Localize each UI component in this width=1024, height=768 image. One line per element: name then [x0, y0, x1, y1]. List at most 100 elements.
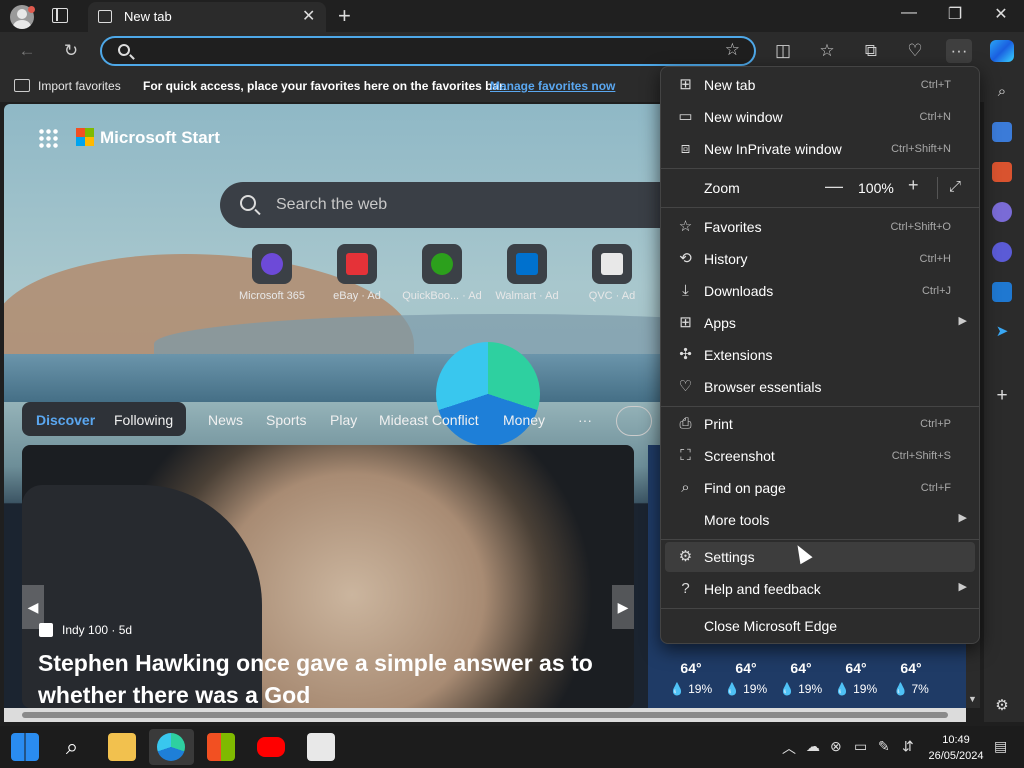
menu-label: Find on page — [704, 480, 786, 496]
menu-extensions[interactable]: ✣ Extensions — [665, 340, 975, 370]
menu-browser-essentials[interactable]: ♡ Browser essentials — [665, 372, 975, 402]
menu-history[interactable]: ⟲ History Ctrl+H — [665, 244, 975, 274]
carousel-next-icon[interactable]: ▶ — [612, 585, 634, 629]
menu-favorites[interactable]: ☆ Favorites Ctrl+Shift+O — [665, 212, 975, 242]
quick-link-qvc[interactable]: QVC · Ad — [572, 244, 652, 302]
horizontal-scroll-thumb[interactable] — [22, 712, 948, 718]
menu-new-tab[interactable]: ⊞ New tab Ctrl+T — [665, 70, 975, 100]
hero-article-card[interactable]: ◀ ▶ Indy 100 · 5d Stephen Hawking once g… — [22, 445, 634, 708]
zoom-out-icon[interactable]: — — [825, 176, 843, 197]
microsoft-store-icon[interactable] — [207, 733, 235, 761]
scroll-down-icon[interactable]: ▼ — [968, 694, 977, 704]
new-tab-plus-icon[interactable]: + — [338, 3, 351, 29]
tab-actions-icon[interactable] — [52, 8, 68, 23]
more-tabs-icon[interactable]: ··· — [578, 412, 592, 428]
add-sidebar-app-icon[interactable]: + — [992, 386, 1012, 406]
close-window-icon[interactable]: ✕ — [978, 4, 1024, 24]
app-launcher-icon[interactable] — [38, 128, 58, 148]
quick-link-ebay[interactable]: eBay · Ad — [317, 244, 397, 302]
menu-close-microsoft-edge[interactable]: Close Microsoft Edge — [665, 611, 975, 641]
fullscreen-icon[interactable]: ⤢ — [949, 178, 961, 195]
address-input[interactable] — [142, 42, 702, 62]
refresh-icon[interactable]: ↻ — [58, 39, 84, 63]
notepad-icon[interactable] — [307, 733, 335, 761]
minimize-icon[interactable]: — — [886, 4, 932, 22]
walmart-spark-icon — [516, 253, 538, 275]
collections-icon[interactable]: ⧉ — [858, 39, 884, 63]
quick-link-microsoft-365[interactable]: Microsoft 365 — [232, 244, 312, 302]
horizontal-scrollbar[interactable] — [4, 708, 966, 722]
back-arrow-icon[interactable]: ← — [14, 39, 40, 63]
outlook-icon[interactable] — [992, 282, 1012, 302]
display-icon[interactable]: ▭ — [854, 738, 867, 755]
rain-value: 19% — [688, 682, 713, 696]
personalize-feed-button[interactable] — [616, 406, 652, 436]
menu-settings[interactable]: ⚙ Settings — [665, 542, 975, 572]
tab-money[interactable]: Money — [503, 412, 545, 428]
menu-downloads[interactable]: ⤓ Downloads Ctrl+J — [665, 276, 975, 306]
system-clock[interactable]: 10:49 26/05/2024 — [924, 732, 988, 764]
rain-chance: 💧 7% — [893, 682, 929, 696]
edge-sidebar: ⌕ ➤ + ⚙ — [984, 70, 1024, 722]
tab-discover[interactable]: Discover — [36, 412, 95, 428]
menu-find-on-page[interactable]: ⌕ Find on page Ctrl+F — [665, 473, 975, 503]
ebay-bag-icon — [346, 253, 368, 275]
address-bar[interactable]: ☆ — [100, 36, 756, 66]
menu-help-and-feedback[interactable]: ? Help and feedback ▶ — [665, 574, 975, 604]
notifications-icon[interactable]: ▤ — [994, 738, 1007, 755]
shopping-tag-icon[interactable] — [992, 122, 1012, 142]
games-icon[interactable] — [992, 202, 1012, 222]
sidebar-settings-icon[interactable]: ⚙ — [992, 696, 1012, 716]
sidebar-search-icon[interactable]: ⌕ — [992, 82, 1012, 102]
favorites-icon[interactable]: ☆ — [814, 39, 840, 63]
tab-news[interactable]: News — [208, 412, 243, 428]
cloud-offline-icon[interactable]: ☁ — [806, 738, 820, 755]
file-explorer-icon[interactable] — [108, 733, 136, 761]
menu-screenshot[interactable]: ⛶ Screenshot Ctrl+Shift+S — [665, 441, 975, 471]
microsoft-start-title[interactable]: Microsoft Start — [100, 128, 220, 148]
tab-new-tab[interactable]: New tab ✕ — [88, 2, 326, 32]
youtube-icon[interactable] — [257, 737, 285, 757]
menu-shortcut: Ctrl+Shift+S — [891, 450, 951, 462]
browser-essentials-icon[interactable]: ♡ — [902, 39, 928, 63]
settings-and-more-menu: ⊞ New tab Ctrl+T ▭ New window Ctrl+N ⧈ N… — [660, 66, 980, 644]
menu-more-tools[interactable]: More tools ▶ — [665, 505, 975, 535]
web-search-box[interactable]: Search the web — [220, 182, 700, 228]
menu-label: Browser essentials — [704, 379, 822, 395]
tab-play[interactable]: Play — [330, 412, 357, 428]
menu-apps[interactable]: ⊞ Apps ▶ — [665, 308, 975, 338]
show-hidden-icons-chevron[interactable]: ︿ — [782, 738, 796, 758]
zoom-divider — [937, 177, 938, 199]
import-favorites-button[interactable]: Import favorites — [38, 79, 121, 93]
pen-icon[interactable]: ✎ — [878, 738, 890, 755]
edge-taskbar-icon[interactable] — [157, 733, 185, 761]
settings-and-more-icon[interactable]: ··· — [946, 39, 972, 63]
tab-sports[interactable]: Sports — [266, 412, 306, 428]
tools-briefcase-icon[interactable] — [992, 162, 1012, 182]
add-favorite-star-icon[interactable]: ☆ — [725, 40, 740, 60]
onedrive-icon[interactable]: ⊗ — [830, 738, 842, 755]
taskbar-search-icon[interactable]: ⌕ — [58, 733, 86, 761]
rain-chance: 💧 19% — [834, 682, 878, 696]
quick-link-quickbooks[interactable]: QuickBoo... · Ad — [402, 244, 482, 302]
split-screen-icon[interactable]: ◫ — [770, 39, 796, 63]
network-icon[interactable]: ⇵ — [902, 738, 914, 755]
tab-following[interactable]: Following — [114, 412, 173, 428]
copilot-icon[interactable] — [990, 40, 1014, 62]
tab-mideast-conflict[interactable]: Mideast Conflict — [379, 412, 479, 428]
microsoft-logo — [76, 128, 94, 146]
manage-favorites-link[interactable]: Manage favorites now — [490, 79, 615, 93]
drop-send-icon[interactable]: ➤ — [992, 322, 1012, 342]
zoom-in-icon[interactable]: + — [908, 175, 919, 196]
close-tab-icon[interactable]: ✕ — [302, 6, 315, 26]
restore-icon[interactable]: ❐ — [932, 4, 978, 24]
menu-new-window[interactable]: ▭ New window Ctrl+N — [665, 102, 975, 132]
history-icon: ⟲ — [679, 250, 692, 267]
article-headline[interactable]: Stephen Hawking once gave a simple answe… — [38, 647, 618, 708]
menu-print[interactable]: ⎙ Print Ctrl+P — [665, 409, 975, 439]
quick-link-walmart[interactable]: Walmart · Ad — [487, 244, 567, 302]
windows-start-icon[interactable] — [11, 733, 39, 761]
menu-new-inprivate-window[interactable]: ⧈ New InPrivate window Ctrl+Shift+N — [665, 134, 975, 164]
microsoft-365-icon[interactable] — [992, 242, 1012, 262]
menu-separator — [661, 539, 979, 540]
